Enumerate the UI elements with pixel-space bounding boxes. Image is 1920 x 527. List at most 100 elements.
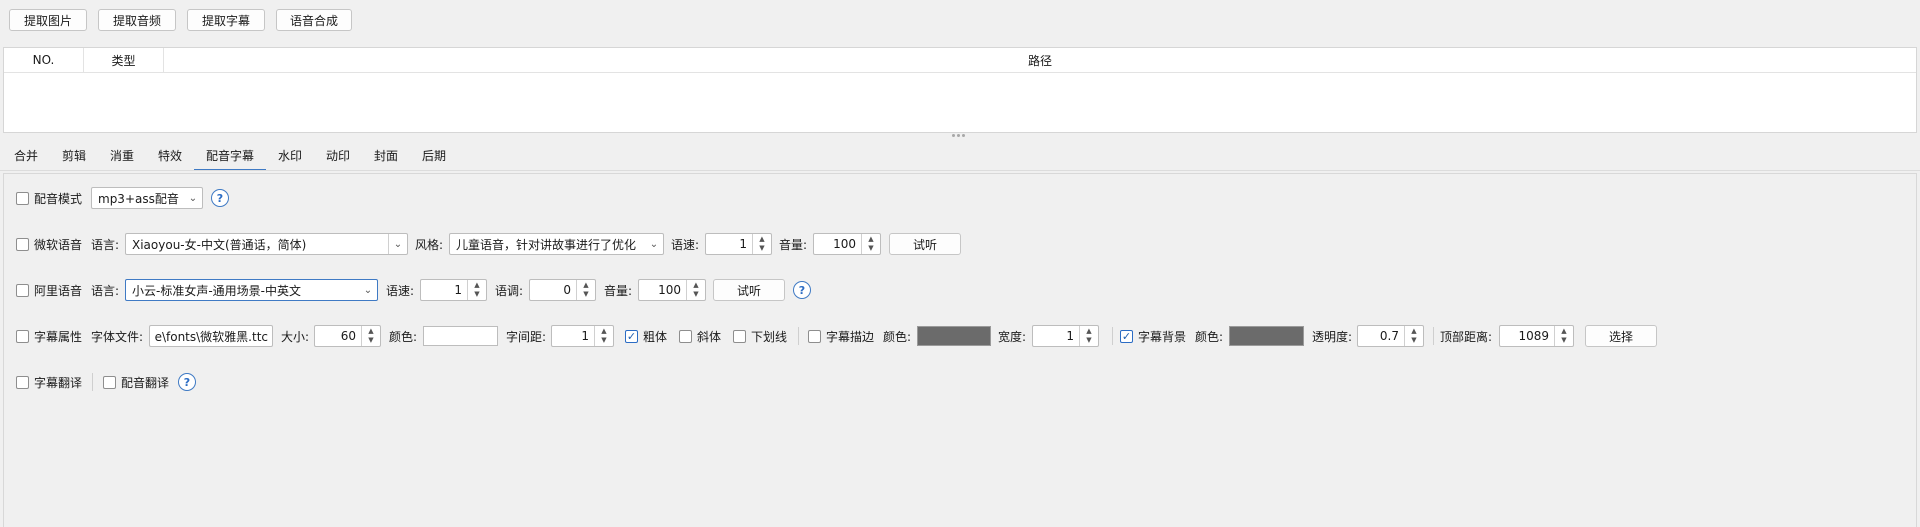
font-color-swatch[interactable] <box>423 326 498 346</box>
column-header-no[interactable]: NO. <box>4 48 84 73</box>
tab-clip[interactable]: 剪辑 <box>62 141 86 169</box>
tab-post[interactable]: 后期 <box>422 141 446 169</box>
spin-arrows-icon[interactable]: ▲ ▼ <box>361 326 380 346</box>
tab-dedup[interactable]: 消重 <box>110 141 134 169</box>
font-file-label: 字体文件: <box>91 329 144 344</box>
font-file-value: e\fonts\微软雅黑.ttc <box>154 329 268 344</box>
spacing-spinner[interactable]: 1 ▲ ▼ <box>551 325 614 347</box>
extract-subtitle-button[interactable]: 提取字幕 <box>187 9 265 31</box>
spin-arrows-icon[interactable]: ▲ ▼ <box>1079 326 1098 346</box>
dub-translate-label: 配音翻译 <box>121 375 170 390</box>
extract-audio-button[interactable]: 提取音频 <box>98 9 176 31</box>
font-color-label: 颜色: <box>389 329 418 344</box>
ms-style-select[interactable]: 儿童语音，针对讲故事进行了优化 ⌄ <box>449 233 664 255</box>
spin-arrows-icon[interactable]: ▲ ▼ <box>594 326 613 346</box>
tab-dub-subtitle[interactable]: 配音字幕 <box>194 141 266 171</box>
italic-checkbox[interactable] <box>679 330 692 343</box>
question-icon[interactable]: ? <box>211 189 229 207</box>
bg-color-label: 颜色: <box>1195 329 1224 344</box>
outline-color-label: 颜色: <box>883 329 912 344</box>
italic-label: 斜体 <box>697 329 722 344</box>
top-distance-label: 顶部距离: <box>1440 329 1493 344</box>
ms-voice-checkbox[interactable] <box>16 238 29 251</box>
ali-speed-spinner[interactable]: 1 ▲ ▼ <box>420 279 487 301</box>
ms-speed-label: 语速: <box>671 237 700 252</box>
dub-mode-select[interactable]: mp3+ass配音 ⌄ <box>91 187 203 209</box>
spin-arrows-icon[interactable]: ▲ ▼ <box>576 280 595 300</box>
subtitle-translate-checkbox[interactable] <box>16 376 29 389</box>
checkmark-icon: ✓ <box>1121 330 1132 343</box>
opacity-spinner[interactable]: 0.7 ▲ ▼ <box>1357 325 1424 347</box>
bg-checkbox[interactable]: ✓ <box>1120 330 1133 343</box>
question-icon[interactable]: ? <box>793 281 811 299</box>
top-distance-value: 1089 <box>1518 329 1549 343</box>
divider <box>1433 327 1434 345</box>
top-distance-spinner[interactable]: 1089 ▲ ▼ <box>1499 325 1574 347</box>
file-table[interactable]: NO. 类型 路径 <box>3 47 1917 133</box>
spin-arrows-icon[interactable]: ▲ ▼ <box>752 234 771 254</box>
ali-volume-label: 音量: <box>604 283 633 298</box>
spin-arrows-icon[interactable]: ▲ ▼ <box>686 280 705 300</box>
ms-voice-label: 微软语音 <box>34 237 83 252</box>
ali-lang-label: 语言: <box>91 283 120 298</box>
subtitle-props-label: 字幕属性 <box>34 329 83 344</box>
column-header-type[interactable]: 类型 <box>84 48 164 73</box>
tab-divider <box>0 170 1920 171</box>
tab-effects[interactable]: 特效 <box>158 141 182 169</box>
bold-checkbox[interactable]: ✓ <box>625 330 638 343</box>
tab-cover[interactable]: 封面 <box>374 141 398 169</box>
tts-button[interactable]: 语音合成 <box>276 9 352 31</box>
chevron-down-icon: ⌄ <box>388 234 407 254</box>
divider <box>798 327 799 345</box>
ms-volume-label: 音量: <box>779 237 808 252</box>
underline-label: 下划线 <box>751 329 788 344</box>
spin-arrows-icon[interactable]: ▲ ▼ <box>467 280 486 300</box>
ali-voice-label: 阿里语音 <box>34 283 83 298</box>
spacing-label: 字间距: <box>506 329 547 344</box>
question-icon[interactable]: ? <box>178 373 196 391</box>
ali-lang-value: 小云-标准女声-通用场景-中英文 <box>132 283 301 298</box>
extract-image-button[interactable]: 提取图片 <box>9 9 87 31</box>
column-header-path[interactable]: 路径 <box>164 48 1916 73</box>
ms-volume-spinner[interactable]: 100 ▲ ▼ <box>813 233 881 255</box>
tab-merge[interactable]: 合并 <box>14 141 38 169</box>
subtitle-props-checkbox[interactable] <box>16 330 29 343</box>
spin-arrows-icon[interactable]: ▲ ▼ <box>861 234 880 254</box>
ali-lang-select[interactable]: 小云-标准女声-通用场景-中英文 ⌄ <box>125 279 378 301</box>
dub-mode-checkbox[interactable] <box>16 192 29 205</box>
ali-voice-checkbox[interactable] <box>16 284 29 297</box>
spacing-value: 1 <box>581 329 589 343</box>
ms-preview-button[interactable]: 试听 <box>889 233 961 255</box>
ms-lang-select[interactable]: Xiaoyou-女-中文(普通话，简体) ⌄ <box>125 233 408 255</box>
font-file-input[interactable]: e\fonts\微软雅黑.ttc <box>149 325 273 347</box>
spin-arrows-icon[interactable]: ▲ ▼ <box>1404 326 1423 346</box>
chevron-down-icon: ⌄ <box>649 238 659 250</box>
select-button[interactable]: 选择 <box>1585 325 1657 347</box>
dub-translate-checkbox[interactable] <box>103 376 116 389</box>
dub-mode-value: mp3+ass配音 <box>98 191 179 206</box>
size-spinner[interactable]: 60 ▲ ▼ <box>314 325 381 347</box>
width-label: 宽度: <box>998 329 1027 344</box>
outline-label: 字幕描边 <box>826 329 875 344</box>
tab-watermark[interactable]: 水印 <box>278 141 302 169</box>
chevron-down-icon: ⌄ <box>363 284 373 296</box>
ms-lang-value: Xiaoyou-女-中文(普通话，简体) <box>132 237 307 252</box>
outline-checkbox[interactable] <box>808 330 821 343</box>
ali-preview-button[interactable]: 试听 <box>713 279 785 301</box>
ali-volume-spinner[interactable]: 100 ▲ ▼ <box>638 279 706 301</box>
width-spinner[interactable]: 1 ▲ ▼ <box>1032 325 1099 347</box>
ms-speed-spinner[interactable]: 1 ▲ ▼ <box>705 233 772 255</box>
underline-checkbox[interactable] <box>733 330 746 343</box>
outline-color-swatch[interactable] <box>917 326 991 346</box>
bg-color-swatch[interactable] <box>1229 326 1304 346</box>
spin-arrows-icon[interactable]: ▲ ▼ <box>1554 326 1573 346</box>
splitter-handle[interactable] <box>952 134 968 138</box>
ali-pitch-spinner[interactable]: 0 ▲ ▼ <box>529 279 596 301</box>
ms-speed-value: 1 <box>739 237 747 251</box>
width-value: 1 <box>1066 329 1074 343</box>
tab-motion-print[interactable]: 动印 <box>326 141 350 169</box>
divider <box>1112 327 1113 345</box>
subtitle-translate-label: 字幕翻译 <box>34 375 83 390</box>
ali-pitch-value: 0 <box>563 283 571 297</box>
dub-mode-label: 配音模式 <box>34 191 83 206</box>
